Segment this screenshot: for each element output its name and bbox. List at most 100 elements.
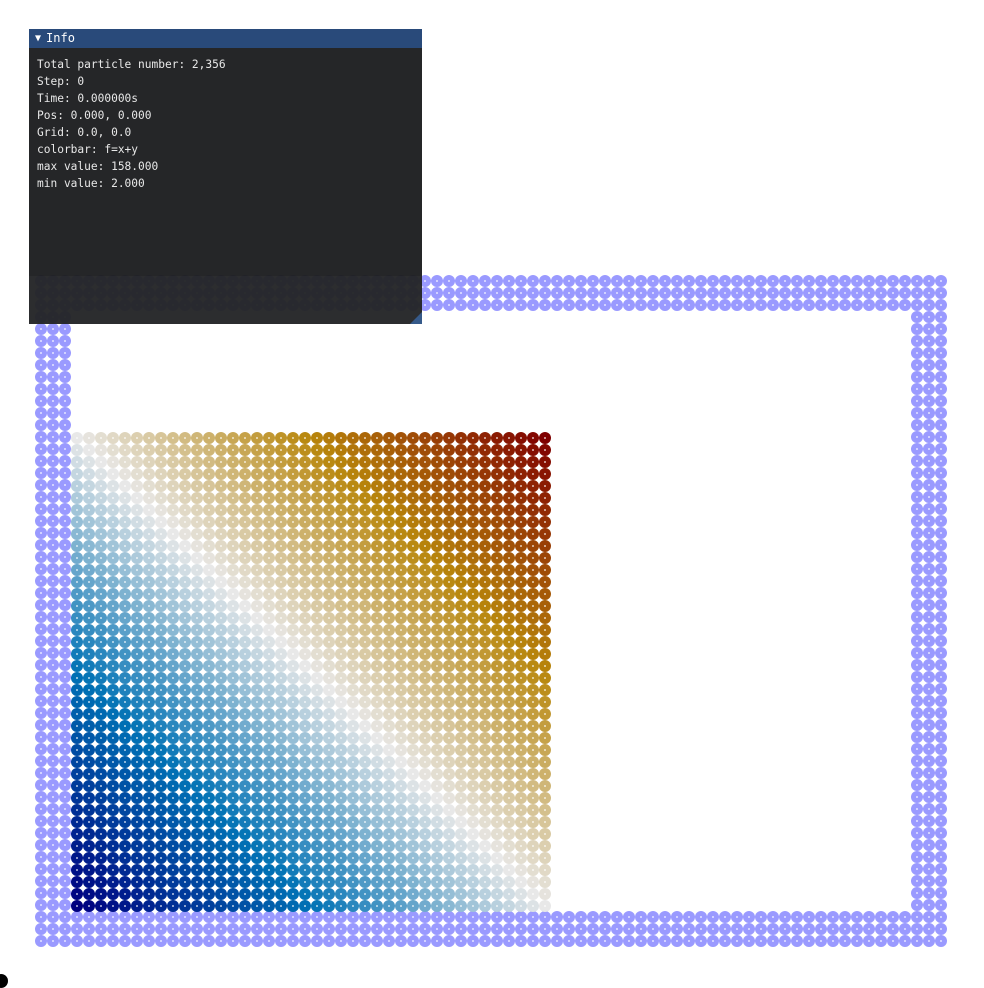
fluid-particle-dot xyxy=(412,881,414,883)
fluid-particle-dot xyxy=(292,785,294,787)
fluid-particle-dot xyxy=(376,569,378,571)
fluid-particle-dot xyxy=(76,689,78,691)
fluid-particle-dot xyxy=(208,521,210,523)
fluid-particle-dot xyxy=(532,701,534,703)
fluid-particle-dot xyxy=(508,761,510,763)
boundary-particle-dot xyxy=(688,916,690,918)
fluid-particle-dot xyxy=(232,677,234,679)
fluid-particle-dot xyxy=(160,557,162,559)
fluid-particle-dot xyxy=(376,905,378,907)
boundary-particle-dot xyxy=(928,784,930,786)
fluid-particle-dot xyxy=(484,689,486,691)
boundary-particle-dot xyxy=(52,328,54,330)
fluid-particle-dot xyxy=(184,869,186,871)
boundary-particle-dot xyxy=(748,280,750,282)
fluid-particle-dot xyxy=(388,617,390,619)
fluid-particle-dot xyxy=(400,521,402,523)
fluid-particle-dot xyxy=(412,629,414,631)
fluid-particle-dot xyxy=(376,617,378,619)
fluid-particle-dot xyxy=(328,809,330,811)
boundary-particle-dot xyxy=(304,940,306,942)
fluid-particle-dot xyxy=(376,869,378,871)
fluid-particle-dot xyxy=(400,881,402,883)
fluid-particle-dot xyxy=(448,725,450,727)
fluid-particle-dot xyxy=(148,641,150,643)
fluid-particle-dot xyxy=(184,725,186,727)
boundary-particle-dot xyxy=(64,844,66,846)
boundary-particle-dot xyxy=(940,436,942,438)
fluid-particle-dot xyxy=(412,581,414,583)
fluid-particle-dot xyxy=(232,725,234,727)
fluid-particle-dot xyxy=(412,461,414,463)
fluid-particle-dot xyxy=(112,593,114,595)
boundary-particle-dot xyxy=(508,280,510,282)
fluid-particle-dot xyxy=(364,473,366,475)
boundary-particle-dot xyxy=(844,280,846,282)
fluid-particle-dot xyxy=(304,857,306,859)
fluid-particle-dot xyxy=(532,821,534,823)
boundary-particle-dot xyxy=(904,916,906,918)
boundary-particle-dot xyxy=(40,388,42,390)
fluid-particle-dot xyxy=(520,785,522,787)
fluid-particle-dot xyxy=(412,725,414,727)
boundary-particle-dot xyxy=(904,280,906,282)
info-window[interactable]: ▼ Info Total particle number: 2,356 Step… xyxy=(29,29,422,324)
boundary-particle-dot xyxy=(484,928,486,930)
fluid-particle-dot xyxy=(376,785,378,787)
boundary-particle-dot xyxy=(544,916,546,918)
boundary-particle-dot xyxy=(844,292,846,294)
fluid-particle-dot xyxy=(172,473,174,475)
boundary-particle-dot xyxy=(940,616,942,618)
fluid-particle-dot xyxy=(532,845,534,847)
boundary-particle-dot xyxy=(148,928,150,930)
fluid-particle-dot xyxy=(280,797,282,799)
fluid-particle-dot xyxy=(436,665,438,667)
fluid-particle-dot xyxy=(352,485,354,487)
fluid-particle-dot xyxy=(328,797,330,799)
fluid-particle-dot xyxy=(532,533,534,535)
fluid-particle-dot xyxy=(400,869,402,871)
boundary-particle-dot xyxy=(424,928,426,930)
fluid-particle-dot xyxy=(340,581,342,583)
fluid-particle-dot xyxy=(244,473,246,475)
resize-grip-icon[interactable] xyxy=(410,312,422,324)
fluid-particle-dot xyxy=(340,473,342,475)
fluid-particle-dot xyxy=(484,569,486,571)
fluid-particle-dot xyxy=(340,569,342,571)
fluid-particle-dot xyxy=(328,881,330,883)
fluid-particle-dot xyxy=(100,893,102,895)
fluid-particle-dot xyxy=(292,905,294,907)
fluid-particle-dot xyxy=(364,785,366,787)
boundary-particle-dot xyxy=(52,784,54,786)
boundary-particle-dot xyxy=(916,556,918,558)
boundary-particle-dot xyxy=(64,892,66,894)
boundary-particle-dot xyxy=(832,916,834,918)
boundary-particle-dot xyxy=(940,580,942,582)
fluid-particle-dot xyxy=(400,641,402,643)
boundary-particle-dot xyxy=(664,928,666,930)
fluid-particle-dot xyxy=(208,797,210,799)
fluid-particle-dot xyxy=(496,725,498,727)
fluid-particle-dot xyxy=(364,905,366,907)
fluid-particle-dot xyxy=(448,905,450,907)
fluid-particle-dot xyxy=(256,785,258,787)
fluid-particle-dot xyxy=(328,857,330,859)
boundary-particle-dot xyxy=(64,436,66,438)
boundary-particle-dot xyxy=(928,916,930,918)
fluid-particle-dot xyxy=(388,833,390,835)
fluid-particle-dot xyxy=(208,653,210,655)
fluid-particle-dot xyxy=(424,677,426,679)
fluid-particle-dot xyxy=(256,497,258,499)
collapse-arrow-icon[interactable]: ▼ xyxy=(35,29,41,48)
fluid-particle-dot xyxy=(268,761,270,763)
info-titlebar[interactable]: ▼ Info xyxy=(29,29,422,48)
fluid-particle-dot xyxy=(112,785,114,787)
boundary-particle-dot xyxy=(52,700,54,702)
fluid-particle-dot xyxy=(256,449,258,451)
fluid-particle-dot xyxy=(424,665,426,667)
boundary-particle-dot xyxy=(760,928,762,930)
boundary-particle-dot xyxy=(784,916,786,918)
fluid-particle-dot xyxy=(496,737,498,739)
fluid-particle-dot xyxy=(520,629,522,631)
boundary-particle-dot xyxy=(52,448,54,450)
